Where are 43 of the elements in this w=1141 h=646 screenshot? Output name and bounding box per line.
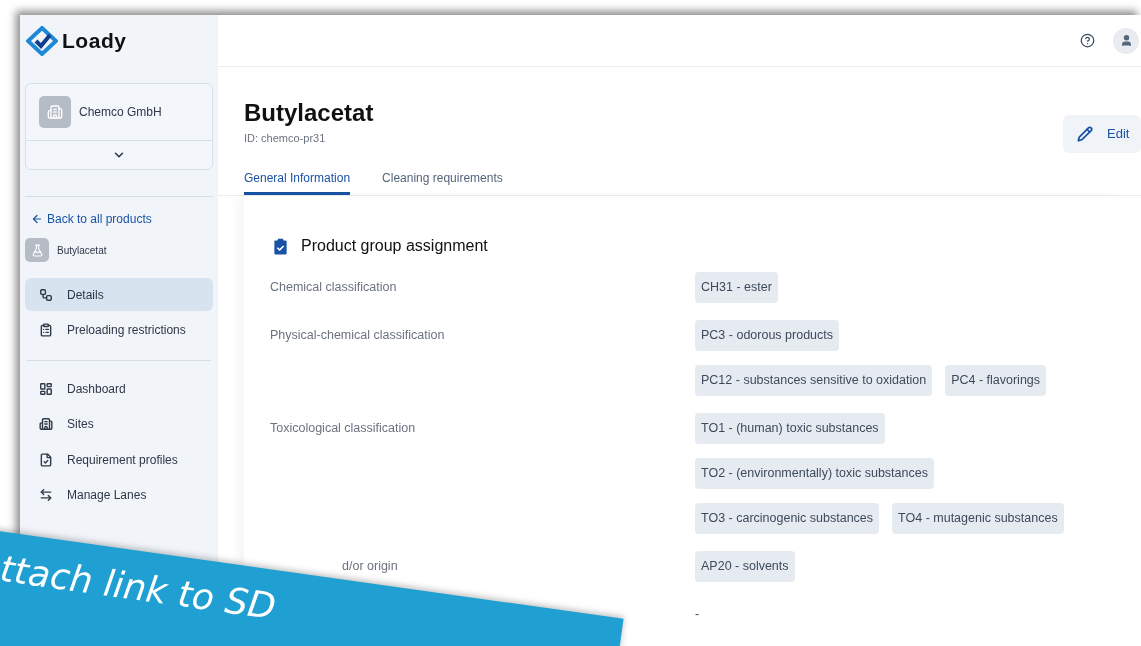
nav-item[interactable]: Requirement profiles <box>25 443 213 476</box>
avatar-button[interactable] <box>1113 27 1139 54</box>
tag: TO2 - (environmentally) toxic substances <box>695 458 934 489</box>
clipboard-icon <box>39 322 53 337</box>
field-value: - <box>695 606 701 624</box>
field-label: Physical-chemical classification <box>270 327 445 345</box>
tag: PC12 - substances sensitive to oxidation <box>695 365 933 396</box>
tag: PC4 - flavorings <box>945 365 1047 396</box>
tag: TO4 - mutagenic substances <box>892 503 1064 534</box>
field-label: Chemical classification <box>270 279 397 297</box>
arrows-icon <box>39 488 53 502</box>
product-id: ID: chemco-pr31 <box>244 131 327 146</box>
buildings-icon <box>39 417 53 431</box>
field-label: d/or origin <box>342 558 398 576</box>
dashboard-icon <box>39 381 53 396</box>
tag: PC3 - odorous products <box>695 320 839 351</box>
building-icon <box>39 96 71 128</box>
help-icon[interactable] <box>1080 33 1095 48</box>
nav-item[interactable]: Preloading restrictions <box>25 313 213 346</box>
page-title: Butylacetat <box>244 98 374 128</box>
section-title: Product group assignment <box>301 236 488 256</box>
logo-icon <box>26 26 58 56</box>
document-check-icon <box>39 452 53 467</box>
flask-icon <box>25 238 49 262</box>
nav-item[interactable]: Sites <box>25 407 213 441</box>
brand-name: Loady <box>62 28 127 55</box>
back-link[interactable]: Back to all products <box>31 210 213 228</box>
nav-item[interactable]: Manage Lanes <box>25 478 213 512</box>
edit-button[interactable]: Edit <box>1063 115 1141 153</box>
tag: CH31 - ester <box>695 272 778 303</box>
tag: TO3 - carcinogenic substances <box>695 503 880 534</box>
tag: TO1 - (human) toxic substances <box>695 413 885 444</box>
banner-text: ttach link to SD <box>0 546 280 630</box>
arrow-left-icon <box>31 213 43 225</box>
nav-item[interactable]: Details <box>25 278 213 311</box>
product-name: Butylacetat <box>57 243 107 258</box>
tag: AP20 - solvents <box>695 551 795 582</box>
nav-item[interactable]: Dashboard <box>25 372 213 405</box>
pencil-icon <box>1077 126 1093 142</box>
tab[interactable]: Cleaning requirements <box>382 163 503 195</box>
field-label: Toxicological classification <box>270 420 416 438</box>
user-icon <box>1119 34 1133 47</box>
company-name: Chemco GmbH <box>79 104 162 121</box>
